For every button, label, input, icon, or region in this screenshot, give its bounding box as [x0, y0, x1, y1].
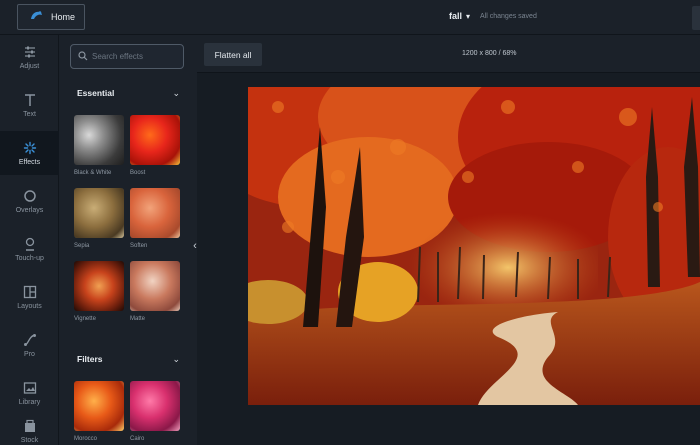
effect-preview: [130, 381, 180, 431]
rail-item-label: Pro: [24, 350, 35, 358]
sparkle-icon: [23, 141, 37, 155]
effect-label: Cairo: [130, 436, 145, 442]
canvas-toolbar: Flatten all 1200 x 800 / 68%: [197, 35, 700, 73]
rail-item-label: Stock: [20, 437, 39, 444]
effect-thumb-morocco[interactable]: [74, 381, 124, 431]
canvas-image[interactable]: [248, 87, 700, 405]
search-box[interactable]: [70, 44, 184, 69]
effect-thumb-black-white[interactable]: [74, 115, 124, 165]
chevron-down-icon[interactable]: ⌄: [172, 354, 180, 365]
grid-icon: [23, 285, 37, 299]
stock-icon: [23, 419, 37, 433]
effect-preview: [74, 381, 124, 431]
curve-icon: [23, 333, 37, 347]
rail-item-layouts[interactable]: Layouts: [0, 275, 59, 319]
rail-item-text[interactable]: Text: [0, 83, 59, 127]
rail-item-label: Text: [23, 110, 36, 118]
effect-label: Sepia: [74, 243, 90, 249]
effect-thumb-boost[interactable]: [130, 115, 180, 165]
section-filters-header[interactable]: Filters ⌄: [59, 346, 196, 372]
effect-thumb-sepia[interactable]: [74, 188, 124, 238]
effect-thumb-soften[interactable]: [130, 188, 180, 238]
circle-icon: [23, 189, 37, 203]
chevron-down-icon[interactable]: ⌄: [172, 88, 180, 99]
effect-preview: [130, 188, 180, 238]
flatten-all-button[interactable]: Flatten all: [204, 43, 262, 66]
face-icon: [23, 237, 37, 251]
rail-item-label: Effects: [18, 158, 41, 166]
effect-thumb-matte[interactable]: [130, 261, 180, 311]
rail-item-effects[interactable]: Effects: [0, 131, 59, 175]
rail-item-pro[interactable]: Pro: [0, 323, 59, 367]
sliders-icon: [23, 45, 37, 59]
effect-preview: [74, 188, 124, 238]
project-name[interactable]: fall: [449, 11, 462, 21]
effect-label: Morocco: [74, 436, 98, 442]
rail-item-label: Overlays: [15, 206, 44, 214]
effect-label: Vignette: [74, 316, 96, 322]
effect-preview: [130, 115, 180, 165]
home-button-label: Home: [51, 12, 76, 22]
section-essential-header[interactable]: Essential ⌄: [59, 80, 196, 106]
effect-label: Soften: [130, 243, 148, 249]
chevron-down-icon[interactable]: ▾: [466, 12, 470, 21]
rail-item-label: Adjust: [19, 62, 40, 70]
tool-rail: Adjust Text Effects Overlays Touch-up La…: [0, 35, 59, 445]
effect-preview: [74, 115, 124, 165]
rail-item-stock[interactable]: Stock: [0, 413, 59, 445]
effect-label: Boost: [130, 170, 146, 176]
rail-item-label: Layouts: [17, 302, 42, 310]
account-button[interactable]: [692, 6, 700, 30]
effect-preview: [74, 261, 124, 311]
rail-item-adjust[interactable]: Adjust: [0, 35, 59, 79]
home-button[interactable]: Home: [17, 4, 85, 30]
effect-label: Black & White: [74, 170, 112, 176]
search-input[interactable]: [92, 52, 182, 61]
section-title: Essential: [77, 88, 115, 98]
top-bar: Home fall ▾ All changes saved: [0, 0, 700, 35]
autumn-forest-image: [248, 87, 700, 405]
image-dimensions: 1200 x 800 / 68%: [462, 50, 517, 57]
image-icon: [23, 381, 37, 395]
effect-thumb-cairo[interactable]: [130, 381, 180, 431]
rail-item-touch-up[interactable]: Touch-up: [0, 227, 59, 271]
effects-panel: Essential ⌄ Black & White Boost Sepia So…: [59, 35, 196, 445]
rail-item-label: Library: [18, 398, 41, 406]
rail-item-library[interactable]: Library: [0, 371, 59, 415]
text-icon: [23, 93, 37, 107]
search-icon: [78, 48, 88, 66]
effect-thumb-vignette[interactable]: [74, 261, 124, 311]
canvas-area: Flatten all 1200 x 800 / 68%: [197, 35, 700, 445]
save-status: All changes saved: [480, 12, 537, 20]
section-title: Filters: [77, 354, 103, 364]
rail-item-label: Touch-up: [15, 254, 44, 262]
home-icon: [30, 8, 43, 26]
effect-label: Matte: [130, 316, 146, 322]
effect-preview: [130, 261, 180, 311]
project-title[interactable]: fall ▾ All changes saved: [449, 11, 537, 21]
rail-item-overlays[interactable]: Overlays: [0, 179, 59, 223]
